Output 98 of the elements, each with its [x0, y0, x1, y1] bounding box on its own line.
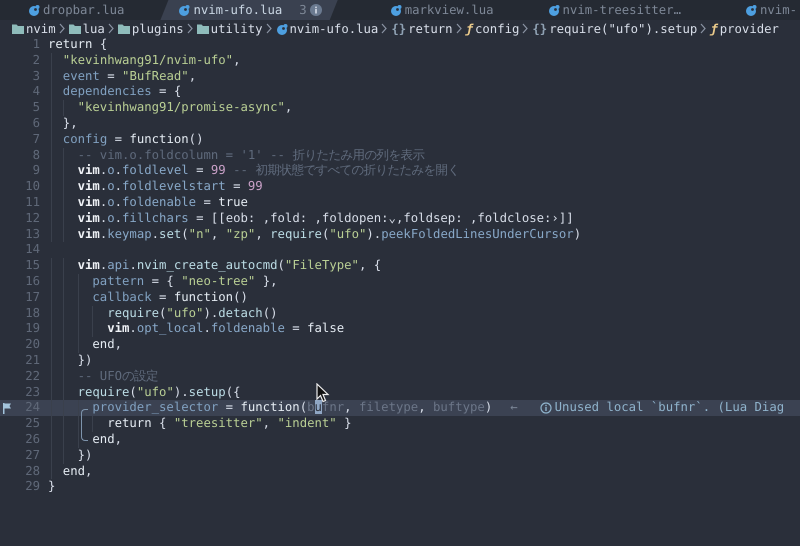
- tab[interactable]: nvim-: [735, 0, 798, 20]
- line-number: 4: [32, 84, 40, 100]
- chevron-right-icon: [58, 23, 66, 34]
- chevron-right-icon: [266, 23, 272, 34]
- code-line: return { "treesitter", "indent" }: [107, 416, 352, 432]
- code-line: vim.o.foldenable = true: [78, 194, 248, 211]
- line-number: 29: [24, 479, 40, 496]
- line-number: 19: [24, 321, 40, 338]
- line-number: 16: [24, 274, 40, 290]
- breadcrumb-item[interactable]: nvim: [12, 22, 56, 36]
- line-number: 21: [24, 352, 40, 369]
- line-number: 3: [32, 68, 40, 84]
- arrow-icon: ←: [510, 400, 518, 416]
- folder-icon: [196, 22, 209, 34]
- line-number: 14: [24, 242, 40, 258]
- line-number: 10: [24, 179, 40, 195]
- line-number: 13: [24, 226, 40, 242]
- chevron-right-icon: [522, 23, 530, 34]
- line-number: 18: [24, 306, 40, 322]
- line-number: 17: [24, 290, 40, 306]
- line-number: 8: [32, 148, 40, 164]
- lua-file-icon: [178, 4, 190, 16]
- breadcrumb-item[interactable]: nvim-ufo.lua: [276, 22, 378, 36]
- code-line: end,: [92, 432, 122, 448]
- breadcrumb-item[interactable]: ƒ provider: [710, 22, 779, 36]
- code-line: vim.opt_local.foldenable = false: [107, 321, 344, 338]
- code-line: },: [62, 116, 78, 132]
- line-number: 26: [24, 432, 40, 448]
- code-line: config = function(): [62, 132, 204, 148]
- tab[interactable]: nvim-ufo.lua 3: [160, 0, 338, 20]
- line-number: 25: [24, 416, 40, 432]
- line-number: 1: [32, 37, 40, 53]
- lua-file-icon: [390, 4, 402, 16]
- code-line: event = "BufRead",: [62, 68, 196, 84]
- lua-file-icon: [28, 4, 40, 16]
- code-line: -- vim.o.foldcolumn = '1' -- 折りたたみ用の列を表示: [78, 148, 424, 164]
- breadcrumb-item[interactable]: ƒ config: [466, 22, 520, 36]
- chevron-right-icon: [700, 23, 708, 34]
- code-line: require("ufo").setup({: [78, 384, 241, 400]
- lua-file-icon: [745, 4, 757, 16]
- breadcrumb-item[interactable]: utility: [196, 22, 262, 36]
- line-number: 7: [32, 132, 40, 148]
- code-line: callback = function(): [92, 290, 248, 306]
- code-line: vim.keymap.set("n", "zp", require("ufo").peekFoldedLinesUnderCursor): [78, 226, 582, 242]
- code-line: "kevinhwang91/nvim-ufo",: [62, 52, 240, 69]
- info-icon: [310, 4, 322, 16]
- code-line: }): [78, 352, 92, 369]
- code-line: dependencies = {: [62, 84, 182, 100]
- breadcrumb-item[interactable]: {} return: [391, 22, 453, 36]
- diagnostic-count: 3: [299, 3, 307, 17]
- chevron-right-icon: [108, 23, 115, 34]
- chevron-right-icon: [456, 23, 463, 34]
- diagnostic-message: Unused local `bufnr`. (Lua Diag: [554, 400, 784, 416]
- code-line: vim.o.foldlevelstart = 99: [78, 179, 263, 195]
- line-number: 22: [24, 368, 40, 385]
- code-line: vim.o.foldlevel = 99 -- 初期状態ですべての折りたたみを開く: [78, 163, 460, 180]
- breadcrumb-item[interactable]: {} require("ufo").setup: [532, 22, 698, 36]
- symbol-icon: ƒ: [710, 22, 718, 36]
- line-number: 9: [32, 163, 40, 180]
- folder-icon: [118, 22, 130, 34]
- lua-file-icon: [276, 22, 288, 34]
- line-number: 6: [32, 116, 40, 132]
- code-line: }: [48, 479, 56, 496]
- code-line: end,: [62, 464, 92, 480]
- chevron-right-icon: [381, 23, 388, 34]
- chevron-right-icon: [186, 23, 194, 34]
- symbol-icon: {}: [532, 22, 548, 36]
- breadcrumb-item[interactable]: plugins: [118, 22, 184, 36]
- code-line: -- UFOの設定: [78, 368, 158, 385]
- line-number: 15: [24, 258, 40, 274]
- code-line: vim.o.fillchars = [[eob: ,fold: ,foldopen:⌄,foldsep: ,foldclose:›]]: [78, 210, 574, 227]
- line-number: 23: [24, 384, 40, 400]
- symbol-icon: {}: [391, 22, 406, 36]
- tab[interactable]: nvim-treesitter…: [538, 0, 695, 20]
- breadcrumb-item[interactable]: lua: [68, 22, 105, 36]
- code-line: require("ufo").detach(): [107, 306, 278, 322]
- code-line: }): [78, 448, 92, 464]
- code-line: "kevinhwang91/promise-async",: [78, 100, 292, 116]
- line-number: 5: [32, 100, 40, 116]
- mouse-pointer-icon: [316, 383, 330, 403]
- scope-bracket: [81, 409, 88, 441]
- line-number: 28: [24, 464, 40, 480]
- code-line: pattern = { "neo-tree" },: [92, 274, 278, 290]
- info-icon: [540, 402, 552, 414]
- line-number: 20: [24, 337, 40, 353]
- line-number: 12: [24, 210, 40, 227]
- code-line: return {: [48, 37, 108, 53]
- line-number: 11: [24, 194, 40, 211]
- folder-icon: [12, 22, 24, 34]
- lua-file-icon: [548, 4, 560, 16]
- tab[interactable]: dropbar.lua: [0, 0, 138, 20]
- code-line: end,: [92, 337, 122, 353]
- symbol-icon: ƒ: [466, 22, 473, 36]
- tab[interactable]: markview.lua: [380, 0, 508, 20]
- folder-icon: [68, 22, 81, 34]
- code-line: vim.api.nvim_create_autocmd("FileType", {: [78, 258, 382, 274]
- line-number: 2: [32, 52, 40, 69]
- line-number: 27: [24, 448, 40, 464]
